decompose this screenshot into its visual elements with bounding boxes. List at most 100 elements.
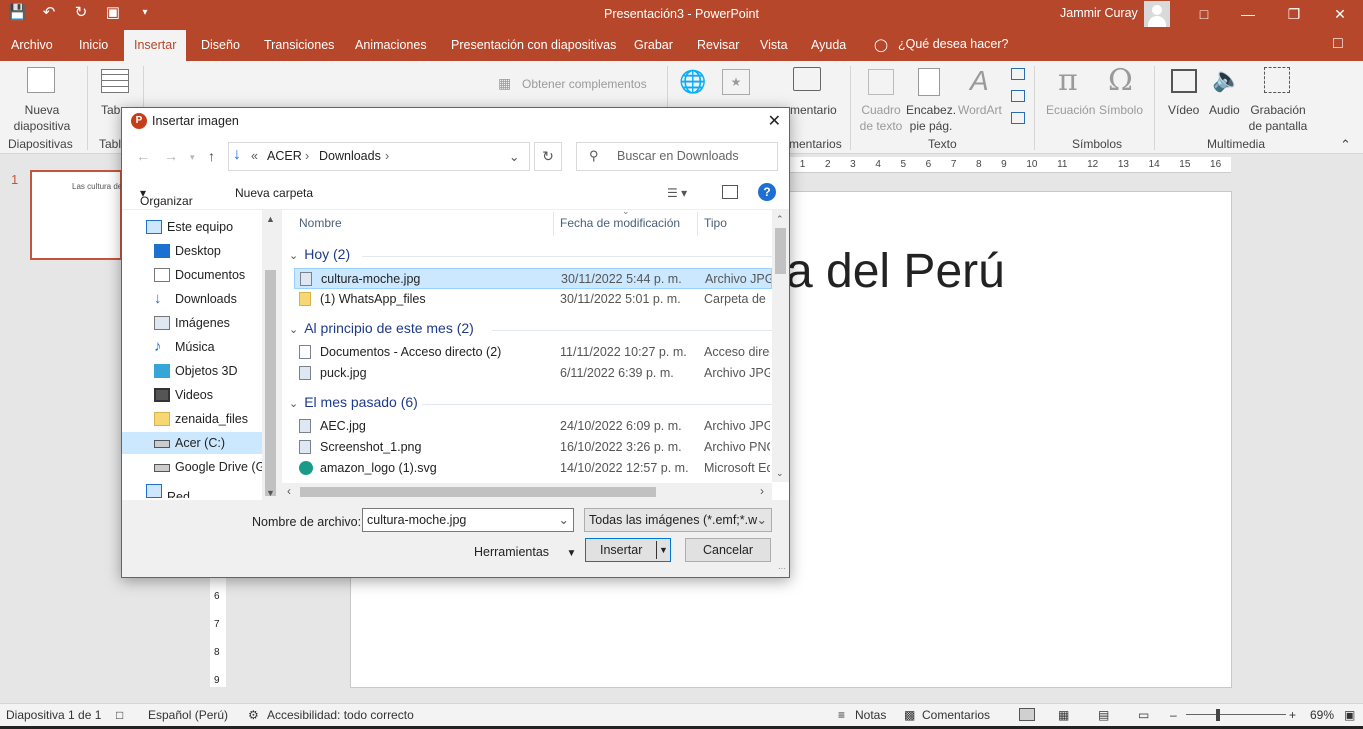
forward-arrow-icon[interactable]: →: [164, 148, 178, 164]
file-row[interactable]: cultura-moche.jpg 30/11/2022 5:44 p. m. …: [294, 268, 772, 289]
addins-icon[interactable]: ▦: [498, 75, 511, 92]
textbox-icon[interactable]: [868, 69, 894, 95]
tab-insertar[interactable]: Insertar: [124, 30, 187, 61]
insert-button[interactable]: Insertar ▼: [585, 538, 671, 562]
video-button[interactable]: Vídeo: [1168, 102, 1199, 118]
screen-recording-icon[interactable]: [1264, 67, 1290, 93]
new-folder-button[interactable]: Nueva carpeta: [235, 186, 313, 200]
new-slide-button[interactable]: Nueva diapositiva: [4, 102, 80, 134]
scrollbar-thumb[interactable]: [775, 228, 786, 274]
overflow-icon[interactable]: «: [251, 149, 258, 163]
avatar[interactable]: [1144, 1, 1170, 27]
header-footer-button[interactable]: Encabez. pie pág.: [906, 102, 956, 134]
new-slide-icon[interactable]: [27, 67, 55, 93]
insert-options-icon[interactable]: ▼: [659, 539, 668, 561]
column-divider[interactable]: [553, 212, 554, 236]
nav-item-red[interactable]: Red: [122, 480, 262, 498]
tab-archivo[interactable]: Archivo: [11, 38, 53, 52]
screen-recording-button[interactable]: Grabación de pantalla: [1246, 102, 1310, 134]
nav-item-documentos[interactable]: Documentos: [122, 264, 262, 286]
nav-item-acer-c[interactable]: Acer (C:): [122, 432, 262, 454]
ribbon-display-icon[interactable]: □: [1194, 4, 1214, 24]
close-icon[interactable]: ✕: [768, 111, 781, 131]
close-window-icon[interactable]: ✕: [1330, 4, 1350, 24]
file-row[interactable]: (1) WhatsApp_files 30/11/2022 5:01 p. m.…: [294, 289, 772, 310]
collapse-ribbon-icon[interactable]: ⌃: [1340, 137, 1351, 153]
text-small-icons[interactable]: [1011, 68, 1025, 128]
normal-view-icon[interactable]: [1019, 708, 1035, 721]
video-icon[interactable]: [1171, 69, 1197, 93]
group-header[interactable]: ⌄ El mes pasado (6): [289, 394, 418, 410]
slide-thumbnail[interactable]: Las cultura de: [30, 170, 122, 260]
zoom-out-icon[interactable]: –: [1170, 708, 1177, 722]
notes-button[interactable]: Notas: [855, 708, 886, 722]
nav-item-objetos-3d[interactable]: Objetos 3D: [122, 360, 262, 382]
symbol-icon[interactable]: Ω: [1108, 63, 1133, 98]
group-header[interactable]: ⌄ Hoy (2): [289, 246, 350, 262]
tab-vista[interactable]: Vista: [760, 38, 788, 52]
refresh-icon[interactable]: ↻: [534, 142, 562, 171]
file-row[interactable]: Screenshot_1.png 16/10/2022 3:26 p. m. A…: [294, 437, 772, 458]
minimize-icon[interactable]: —: [1238, 4, 1258, 24]
action-icon[interactable]: ★: [722, 69, 750, 95]
zoom-slider-thumb[interactable]: [1216, 709, 1220, 721]
recent-locations-icon[interactable]: ▾: [190, 152, 195, 163]
nav-item-imagenes[interactable]: Imágenes: [122, 312, 262, 334]
zoom-level[interactable]: 69%: [1310, 708, 1334, 722]
nav-item-google-drive[interactable]: Google Drive (G:: [122, 456, 269, 478]
file-row[interactable]: puck.jpg 6/11/2022 6:39 p. m. Archivo JP…: [294, 363, 772, 384]
wordart-button[interactable]: WordArt: [958, 102, 1002, 118]
scroll-right-icon[interactable]: ›: [760, 484, 764, 498]
nav-item-downloads[interactable]: ↓ Downloads: [122, 288, 262, 310]
slideshow-icon[interactable]: ▭: [1138, 708, 1149, 722]
tab-transiciones[interactable]: Transiciones: [264, 38, 334, 52]
column-header-date[interactable]: Fecha de modificación: [560, 216, 680, 244]
scroll-up-icon[interactable]: ▲: [266, 214, 275, 224]
file-row[interactable]: amazon_logo (1).svg 14/10/2022 12:57 p. …: [294, 458, 772, 479]
equation-icon[interactable]: π: [1058, 63, 1078, 98]
tools-menu[interactable]: Herramientas ▼: [474, 545, 576, 559]
table-icon[interactable]: [101, 69, 129, 93]
comments-button[interactable]: Comentarios: [922, 708, 990, 722]
tab-animaciones[interactable]: Animaciones: [355, 38, 427, 52]
tab-revisar[interactable]: Revisar: [697, 38, 739, 52]
group-header[interactable]: ⌄ Al principio de este mes (2): [289, 320, 474, 336]
zoom-slider[interactable]: [1186, 714, 1286, 715]
audio-icon[interactable]: 🔈: [1212, 65, 1242, 94]
breadcrumb-acer[interactable]: ACER: [267, 149, 302, 163]
resize-grip-icon[interactable]: ⋯: [778, 564, 786, 573]
file-list-vertical-scrollbar[interactable]: ⌃ ⌄: [772, 210, 789, 482]
breadcrumb-downloads[interactable]: Downloads: [319, 149, 381, 163]
file-list-horizontal-scrollbar[interactable]: ‹ ›: [282, 483, 772, 500]
header-footer-icon[interactable]: [918, 68, 940, 96]
breadcrumb-chevron-icon[interactable]: ›: [305, 149, 309, 163]
chevron-down-icon[interactable]: ⌄: [756, 512, 767, 527]
comment-icon[interactable]: [793, 67, 821, 91]
filetype-select[interactable]: Todas las imágenes (*.emf;*.wm ⌄: [584, 508, 772, 532]
scroll-left-icon[interactable]: ‹: [287, 484, 291, 498]
filename-input[interactable]: cultura-moche.jpg ⌄: [362, 508, 574, 532]
equation-button[interactable]: Ecuación: [1046, 102, 1095, 118]
view-options-icon[interactable]: ☰ ▾: [667, 186, 687, 200]
comment-button[interactable]: mentario: [790, 102, 837, 118]
help-icon[interactable]: ?: [758, 183, 776, 201]
scrollbar-thumb[interactable]: [300, 487, 656, 497]
symbol-button[interactable]: Símbolo: [1099, 102, 1143, 118]
wordart-icon[interactable]: A: [970, 65, 989, 97]
file-row[interactable]: AEC.jpg 24/10/2022 6:09 p. m. Archivo JP…: [294, 416, 772, 437]
column-divider[interactable]: [697, 212, 698, 236]
scroll-down-icon[interactable]: ▼: [266, 488, 275, 498]
search-input[interactable]: ⚲ Buscar en Downloads: [576, 142, 778, 171]
nav-item-desktop[interactable]: Desktop: [122, 240, 262, 262]
preview-pane-icon[interactable]: [722, 185, 738, 199]
nav-item-musica[interactable]: ♪ Música: [122, 336, 262, 358]
back-arrow-icon[interactable]: ←: [136, 148, 150, 164]
textbox-button[interactable]: Cuadro de texto: [857, 102, 905, 134]
scrollbar-thumb[interactable]: [265, 270, 276, 496]
nav-item-zenaida-files[interactable]: zenaida_files: [122, 408, 262, 430]
address-bar[interactable]: ↓ « ACER › Downloads › ⌄: [228, 142, 530, 171]
chevron-down-icon[interactable]: ⌄: [559, 512, 569, 527]
fit-slide-icon[interactable]: ▣: [1344, 708, 1355, 722]
reading-view-icon[interactable]: ▤: [1098, 708, 1109, 722]
cancel-button[interactable]: Cancelar: [685, 538, 771, 562]
